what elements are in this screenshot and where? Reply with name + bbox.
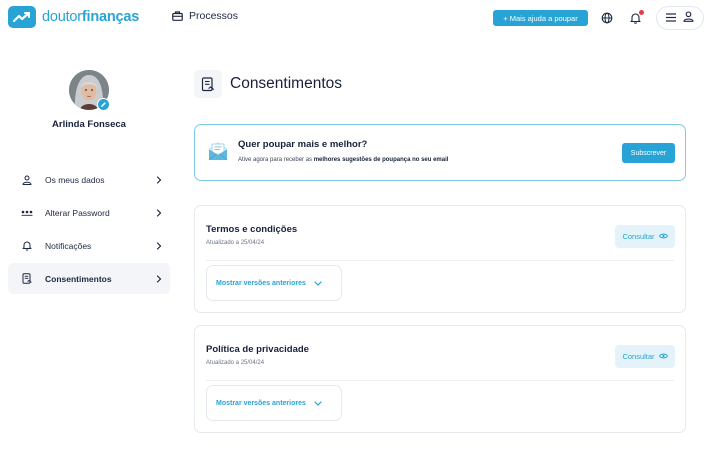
sidebar-item-notificacoes[interactable]: Notificações (8, 230, 170, 261)
consult-button[interactable]: Consultar (615, 225, 675, 248)
logo-text: doutorfinanças (42, 9, 139, 25)
sidebar-item-alterar-password[interactable]: Alterar Password (8, 197, 170, 228)
password-dots-icon (8, 210, 45, 216)
chevron-right-icon (148, 175, 170, 184)
promo-text-prefix: Ative agora para receber as (238, 157, 314, 163)
divider (206, 260, 674, 261)
logo-text-part2: finanças (81, 9, 140, 25)
globe-icon[interactable] (601, 11, 613, 29)
consult-button-label: Consultar (622, 352, 655, 361)
page-title: Consentimentos (230, 75, 343, 92)
chevron-down-icon (314, 400, 322, 406)
user-icon (8, 175, 45, 185)
logo-text-part1: doutor (42, 9, 82, 25)
versions-label: Mostrar versões anteriores (216, 279, 306, 287)
chevron-down-icon (314, 280, 322, 286)
sidebar-item-label: Alterar Password (45, 207, 110, 218)
card-updated-date: Atualizado a 25/04/24 (206, 360, 265, 366)
versions-label: Mostrar versões anteriores (216, 399, 306, 407)
user-icon[interactable] (683, 9, 694, 27)
profile-name: Arlinda Fonseca (52, 119, 126, 130)
card-title: Política de privacidade (206, 344, 309, 355)
edit-avatar-pencil-icon[interactable] (97, 98, 110, 111)
consent-card-privacidade: Política de privacidade Atualizado a 25/… (194, 325, 686, 433)
promo-text: Ative agora para receber as melhores sug… (238, 157, 448, 163)
consent-card-termos: Termos e condições Atualizado a 25/04/24… (194, 205, 686, 313)
sidebar-item-label: Consentimentos (45, 273, 112, 284)
logo[interactable]: doutorfinanças (8, 6, 139, 28)
consent-document-icon (8, 273, 45, 284)
promo-title: Quer poupar mais e melhor? (238, 139, 368, 150)
mais-ajuda-button[interactable]: + Mais ajuda a poupar (493, 10, 588, 26)
card-updated-date: Atualizado a 25/04/24 (206, 240, 265, 246)
account-menu[interactable] (656, 6, 704, 30)
notification-dot (639, 10, 644, 15)
envelope-icon (207, 139, 229, 168)
subscribe-button[interactable]: Subscrever (622, 143, 675, 163)
consult-button[interactable]: Consultar (615, 345, 675, 368)
show-previous-versions-toggle[interactable]: Mostrar versões anteriores (206, 265, 342, 301)
top-bar: doutorfinanças Processos + Mais ajuda a … (0, 0, 714, 36)
chevron-right-icon (148, 274, 170, 283)
newsletter-promo-banner: Quer poupar mais e melhor? Ative agora p… (194, 124, 686, 181)
consent-document-icon (194, 70, 222, 98)
consult-button-label: Consultar (622, 232, 655, 241)
bell-icon (8, 240, 45, 251)
chevron-right-icon (148, 241, 170, 250)
divider (206, 380, 674, 381)
nav-processos[interactable]: Processos (172, 10, 238, 22)
hamburger-icon[interactable] (666, 9, 677, 27)
sidebar-item-os-meus-dados[interactable]: Os meus dados (8, 164, 170, 195)
logo-mark-icon (8, 6, 36, 28)
chevron-right-icon (148, 208, 170, 217)
sidebar-item-label: Notificações (45, 240, 92, 251)
nav-processos-label: Processos (189, 10, 239, 22)
sidebar-item-label: Os meus dados (45, 174, 105, 185)
briefcase-icon (172, 11, 183, 21)
show-previous-versions-toggle[interactable]: Mostrar versões anteriores (206, 385, 342, 421)
sidebar-item-consentimentos[interactable]: Consentimentos (8, 263, 170, 294)
card-title: Termos e condições (206, 224, 298, 235)
eye-icon (658, 352, 668, 361)
eye-icon (658, 232, 668, 241)
promo-text-bold: melhores sugestões de poupança no seu em… (313, 157, 449, 163)
